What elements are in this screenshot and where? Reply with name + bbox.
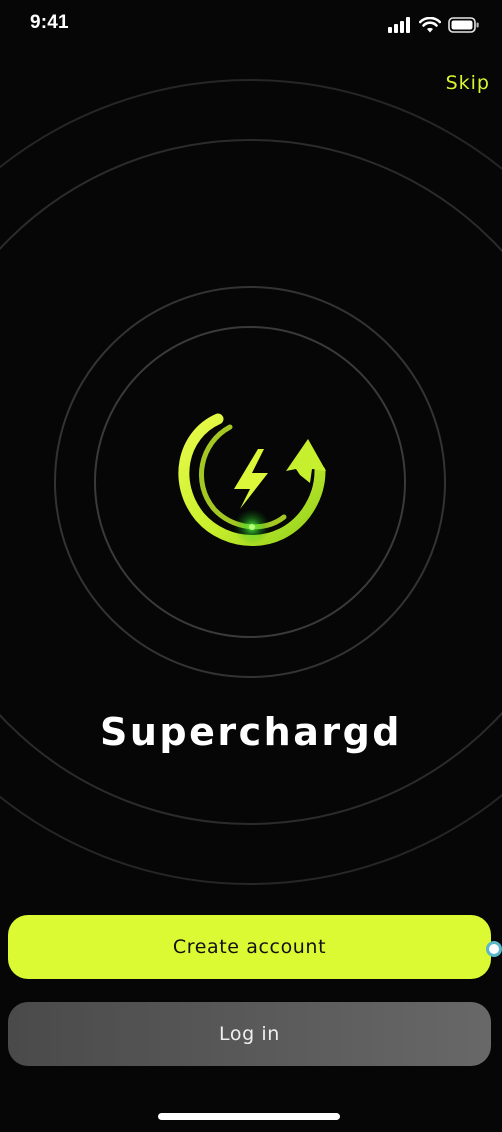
status-bar: 9:41 (0, 0, 502, 50)
app-name-title: Superchargd (100, 710, 402, 754)
wifi-icon (419, 17, 441, 33)
status-time: 9:41 (30, 12, 69, 33)
onboarding-screen: 9:41 Skip Superchargd Create account Log… (0, 0, 502, 1132)
side-handle-dot (486, 941, 502, 957)
skip-link[interactable]: Skip (446, 72, 490, 94)
cellular-signal-icon (388, 17, 410, 33)
battery-icon (448, 17, 479, 33)
home-indicator[interactable] (158, 1113, 340, 1120)
status-icons (388, 15, 480, 35)
lightning-bolt-circular-arrow-icon (178, 413, 326, 546)
log-in-button[interactable]: Log in (8, 1002, 491, 1066)
create-account-button[interactable]: Create account (8, 915, 491, 979)
